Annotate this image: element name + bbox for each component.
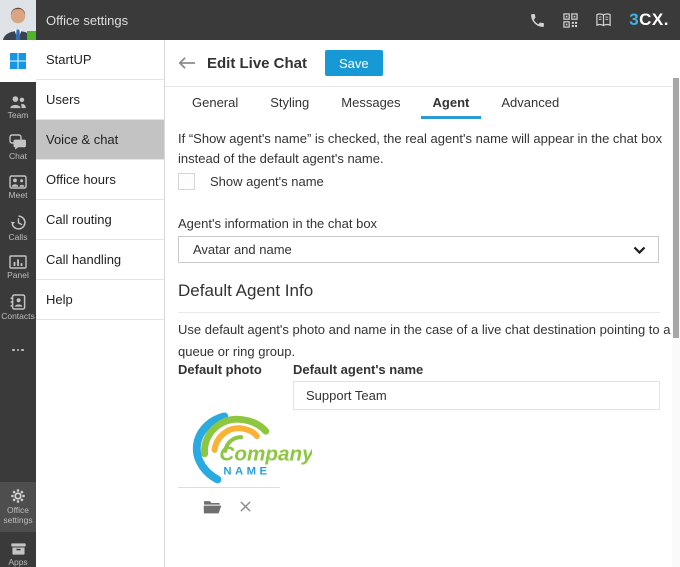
default-photo-preview: Company NAME	[182, 404, 315, 484]
show-agent-name-label: Show agent's name	[210, 174, 324, 189]
rail-item-apps[interactable]: Apps	[0, 534, 36, 567]
default-agent-info-desc: Use default agent's photo and name in th…	[178, 322, 671, 359]
phone-icon[interactable]	[529, 12, 546, 29]
call-history-icon	[10, 214, 26, 230]
chat-box-info-label: Agent's information in the chat box	[178, 216, 378, 231]
select-value: Avatar and name	[193, 242, 292, 257]
sidebar-item-call-handling[interactable]: Call handling	[36, 240, 164, 280]
rail-item-team[interactable]: Team	[0, 88, 36, 128]
scrollbar-track[interactable]	[672, 78, 680, 567]
tab-agent[interactable]: Agent	[420, 88, 482, 119]
sidebar-item-help[interactable]: Help	[36, 280, 164, 320]
sidebar-item-office-hours[interactable]: Office hours	[36, 160, 164, 200]
rail-item-desktop[interactable]	[0, 40, 36, 82]
save-button[interactable]: Save	[325, 50, 383, 76]
tab-advanced[interactable]: Advanced	[489, 88, 571, 119]
windows-icon	[10, 53, 26, 69]
agent-intro-text: If “Show agent's name” is checked, the r…	[178, 131, 663, 166]
sidebar-item-call-routing[interactable]: Call routing	[36, 200, 164, 240]
apps-box-icon	[10, 543, 26, 555]
svg-text:NAME: NAME	[223, 466, 270, 478]
rail-item-chat[interactable]: Chat	[0, 128, 36, 168]
default-agent-name-input[interactable]	[293, 381, 660, 410]
manual-book-icon[interactable]	[595, 12, 612, 28]
rail-item-meet[interactable]: Meet	[0, 168, 36, 208]
sidebar-item-voice-chat[interactable]: Voice & chat	[36, 120, 164, 160]
chevron-down-icon	[633, 246, 646, 254]
wallboard-icon	[9, 255, 27, 269]
team-icon	[10, 96, 26, 109]
gear-icon	[11, 489, 25, 503]
rail-item-contacts[interactable]: Contacts	[0, 288, 36, 328]
3cx-logo: 3CX.	[629, 10, 669, 29]
svg-text:Company: Company	[219, 443, 312, 466]
edit-title: Edit Live Chat	[207, 54, 308, 72]
tab-bar: General Styling Messages Agent Advanced	[165, 88, 680, 119]
default-agent-name-label: Default agent's name	[293, 362, 424, 377]
show-agent-name-checkbox[interactable]	[178, 173, 195, 190]
scrollbar-thumb[interactable]	[673, 78, 679, 338]
default-photo-label: Default photo	[178, 362, 262, 377]
qr-code-icon[interactable]	[563, 12, 578, 28]
tab-styling[interactable]: Styling	[258, 88, 321, 119]
tab-messages[interactable]: Messages	[329, 88, 412, 119]
chat-icon	[9, 134, 26, 150]
status-indicator	[27, 31, 36, 40]
browse-folder-icon[interactable]	[203, 499, 222, 514]
sidebar-item-users[interactable]: Users	[36, 80, 164, 120]
rail-item-panel[interactable]: Panel	[0, 248, 36, 288]
more-icon[interactable]	[0, 344, 36, 356]
page-title: Office settings	[46, 12, 129, 28]
rail-item-calls[interactable]: Calls	[0, 208, 36, 248]
rail-item-office-settings[interactable]: Office settings	[0, 482, 36, 532]
main-content: Edit Live Chat Save General Styling Mess…	[165, 40, 680, 567]
contact-card-icon	[10, 294, 26, 310]
edit-header: Edit Live Chat Save	[165, 40, 680, 87]
meet-icon	[9, 175, 27, 189]
settings-sidebar: StartUP Users Voice & chat Office hours …	[36, 40, 165, 567]
company-logo: Company NAME	[192, 412, 315, 484]
back-arrow-icon[interactable]	[177, 56, 196, 70]
topbar-actions: 3CX.	[529, 10, 680, 30]
avatar[interactable]	[0, 0, 36, 40]
show-agent-name-row: Show agent's name	[178, 173, 324, 190]
photo-actions	[203, 499, 252, 514]
sidebar-item-startup[interactable]: StartUP	[36, 40, 164, 80]
tab-general[interactable]: General	[180, 88, 250, 119]
topbar: Office settings 3CX.	[0, 0, 680, 40]
app-rail: Team Chat Meet Calls Panel Contacts Offi…	[0, 40, 36, 567]
remove-photo-icon[interactable]	[239, 500, 252, 513]
default-agent-info-title: Default Agent Info	[178, 281, 660, 313]
chat-box-info-select[interactable]: Avatar and name	[178, 236, 659, 263]
photo-divider	[178, 487, 280, 488]
